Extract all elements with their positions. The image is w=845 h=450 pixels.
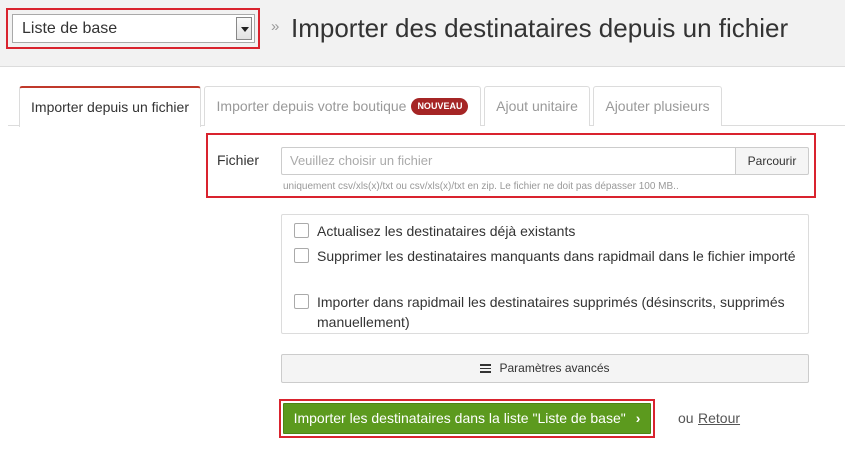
dropdown-arrow-icon[interactable] [236, 17, 252, 40]
checkbox[interactable] [294, 294, 309, 309]
file-input-placeholder: Veuillez choisir un fichier [290, 153, 433, 168]
option-label: Actualisez les destinataires déjà exista… [317, 223, 576, 239]
checkbox[interactable] [294, 223, 309, 238]
tab-label: Importer depuis un fichier [31, 99, 189, 115]
tab-single-add[interactable]: Ajout unitaire [484, 86, 590, 126]
chevron-right-icon: › [635, 410, 641, 426]
import-submit-button[interactable]: Importer les destinataires dans la liste… [283, 403, 651, 434]
or-text: ou [678, 410, 694, 426]
file-input[interactable]: Veuillez choisir un fichier [281, 147, 736, 175]
list-select[interactable]: Liste de base [12, 14, 255, 43]
submit-label: Importer les destinataires dans la liste… [293, 410, 626, 426]
tab-import-shop[interactable]: Importer depuis votre boutique NOUVEAU [204, 86, 481, 126]
advanced-settings-button[interactable]: Paramètres avancés [281, 354, 809, 383]
checkbox[interactable] [294, 248, 309, 263]
option-label: Importer dans rapidmail les destinataire… [317, 294, 785, 330]
breadcrumb-separator: » [271, 18, 280, 35]
list-select-value: Liste de base [22, 20, 118, 37]
option-delete-missing[interactable]: Supprimer les destinataires manquants da… [294, 246, 796, 266]
new-badge: NOUVEAU [411, 98, 469, 115]
page-title: Importer des destinataires depuis un fic… [291, 13, 789, 43]
file-help-text: uniquement csv/xls(x)/txt ou csv/xls(x)/… [283, 181, 679, 192]
option-import-deleted[interactable]: Importer dans rapidmail les destinataire… [294, 292, 796, 332]
tab-add-multiple[interactable]: Ajouter plusieurs [593, 86, 722, 126]
browse-button[interactable]: Parcourir [735, 147, 809, 175]
import-tabs: Importer depuis un fichier Importer depu… [8, 86, 845, 127]
page-header: Liste de base » Importer des destinatair… [0, 0, 845, 67]
option-label: Supprimer les destinataires manquants da… [317, 248, 796, 264]
menu-icon [480, 364, 492, 373]
tab-label: Importer depuis votre boutique [216, 98, 407, 114]
list-select-highlight: Liste de base [6, 8, 260, 49]
file-label: Fichier [217, 152, 260, 168]
option-update-existing[interactable]: Actualisez les destinataires déjà exista… [294, 221, 796, 241]
import-options: Actualisez les destinataires déjà exista… [281, 214, 809, 334]
advanced-settings-label: Paramètres avancés [499, 361, 610, 375]
tab-label: Ajouter plusieurs [605, 98, 710, 114]
tab-label: Ajout unitaire [496, 98, 578, 114]
tab-import-file[interactable]: Importer depuis un fichier [19, 86, 201, 127]
back-link[interactable]: Retour [698, 410, 740, 426]
